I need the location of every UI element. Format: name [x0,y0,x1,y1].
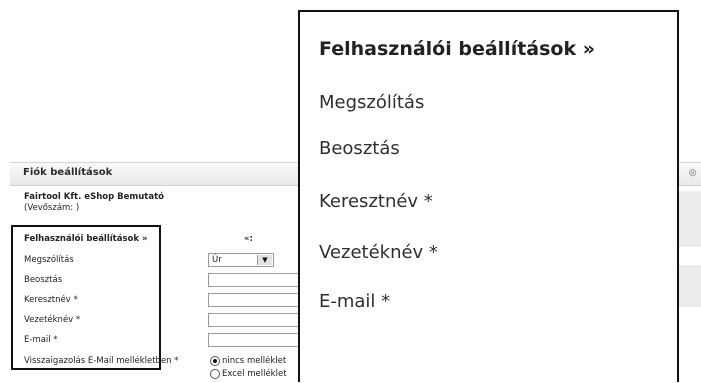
collapse-toggle-icon[interactable]: «: [244,234,253,244]
side-panel-box [679,191,701,247]
company-name: Fairtool Kft. eShop Bemutató [24,192,164,202]
email-input[interactable] [208,333,305,347]
zoom-label-last-name: Vezetéknév * [319,242,438,263]
position-input[interactable] [208,273,305,287]
zoom-label-first-name: Keresztnév * [319,191,433,212]
customer-number: (Vevőszám: ) [24,203,80,213]
zoom-label-salutation: Megszólítás [319,92,425,113]
zoom-callout: Felhasználói beállítások » Megszólítás B… [298,10,679,382]
zoom-label-position: Beosztás [319,138,400,159]
zoom-title: Felhasználói beállítások » [319,38,596,60]
salutation-value: Úr [212,255,222,265]
radio-excel-attachment[interactable] [210,369,220,379]
side-panel-box [679,265,701,307]
chevron-down-icon[interactable]: ▼ [257,255,272,265]
dialog-title: Fiók beállítások [23,167,113,178]
close-icon[interactable]: ⊗ [688,167,697,179]
first-name-input[interactable] [208,293,305,307]
highlight-frame [11,225,161,370]
radio-no-attachment[interactable] [210,356,220,366]
radio-excel-attachment-label[interactable]: Excel melléklet [222,369,287,379]
radio-no-attachment-label[interactable]: nincs melléklet [222,356,286,366]
last-name-input[interactable] [208,313,305,327]
salutation-select[interactable]: Úr ▼ [208,253,274,267]
zoom-label-email: E-mail * [319,291,391,312]
